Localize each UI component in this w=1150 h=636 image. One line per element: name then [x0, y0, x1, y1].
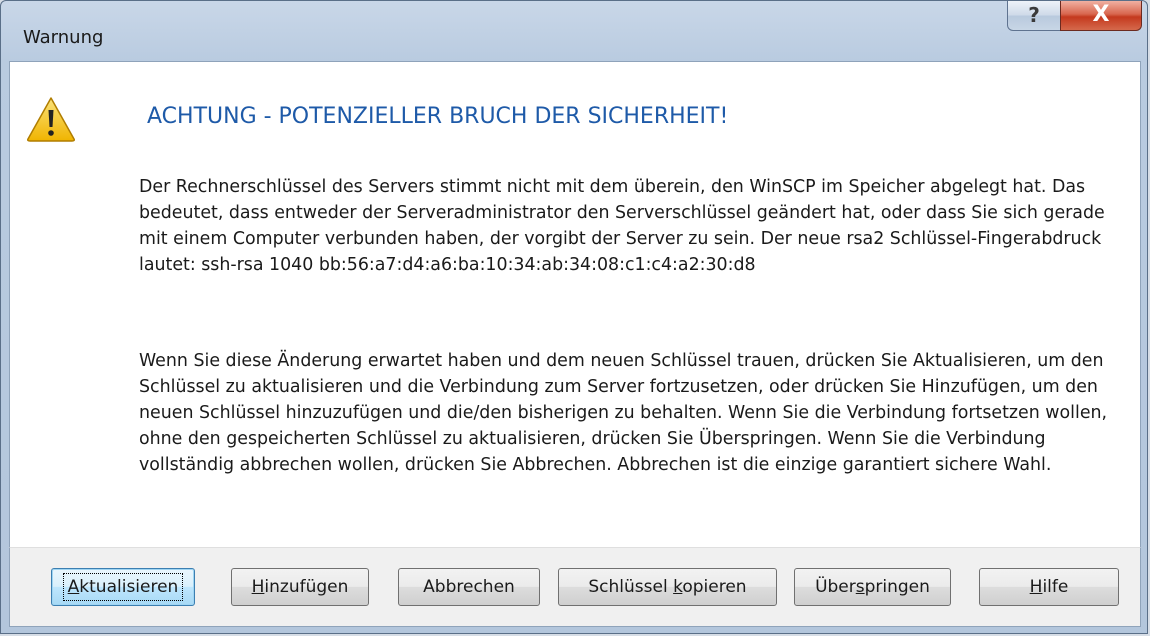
add-label-post: inzufügen	[264, 576, 349, 597]
help-icon[interactable]: ?	[1007, 1, 1061, 31]
message-paragraph-1: Der Rechnerschlüssel des Servers stimmt …	[139, 177, 1105, 275]
cancel-button[interactable]: Abbrechen	[398, 568, 540, 606]
update-button[interactable]: Aktualisieren	[51, 568, 195, 606]
update-label-post: ktualisieren	[79, 576, 179, 597]
title-bar[interactable]: Warnung ? X	[1, 1, 1147, 61]
copy-key-button[interactable]: Schlüssel kopieren	[558, 568, 777, 606]
update-label-accel: A	[67, 576, 80, 597]
copy-key-label-post: opieren	[682, 576, 747, 597]
copy-key-label-accel: k	[673, 576, 683, 597]
copy-key-label-pre: Schlüssel	[588, 576, 674, 597]
update-button-focus: Aktualisieren	[62, 572, 184, 601]
help-label-accel: H	[1029, 576, 1043, 597]
close-icon[interactable]: X	[1060, 1, 1142, 31]
window-title: Warnung	[23, 27, 104, 48]
warning-triangle-icon	[27, 97, 75, 142]
skip-label-pre: Über	[815, 576, 856, 597]
skip-button[interactable]: Überspringen	[794, 568, 951, 606]
warning-dialog: Warnung ? X ACHTUNG - POTENZIELLER BRUCH…	[0, 0, 1148, 634]
message-area: ACHTUNG - POTENZIELLER BRUCH DER SICHERH…	[9, 61, 1141, 547]
button-bar: Aktualisieren Hinzufügen Abbrechen Schlü…	[9, 547, 1141, 627]
add-label-accel: H	[251, 576, 265, 597]
skip-label-post: pringen	[864, 576, 930, 597]
add-button[interactable]: Hinzufügen	[231, 568, 369, 606]
warning-heading: ACHTUNG - POTENZIELLER BRUCH DER SICHERH…	[147, 104, 729, 129]
message-paragraph-2: Wenn Sie diese Änderung erwartet haben u…	[139, 351, 1108, 475]
help-label-post: ilfe	[1042, 576, 1069, 597]
skip-label-accel: s	[855, 576, 865, 597]
help-button[interactable]: Hilfe	[979, 568, 1119, 606]
